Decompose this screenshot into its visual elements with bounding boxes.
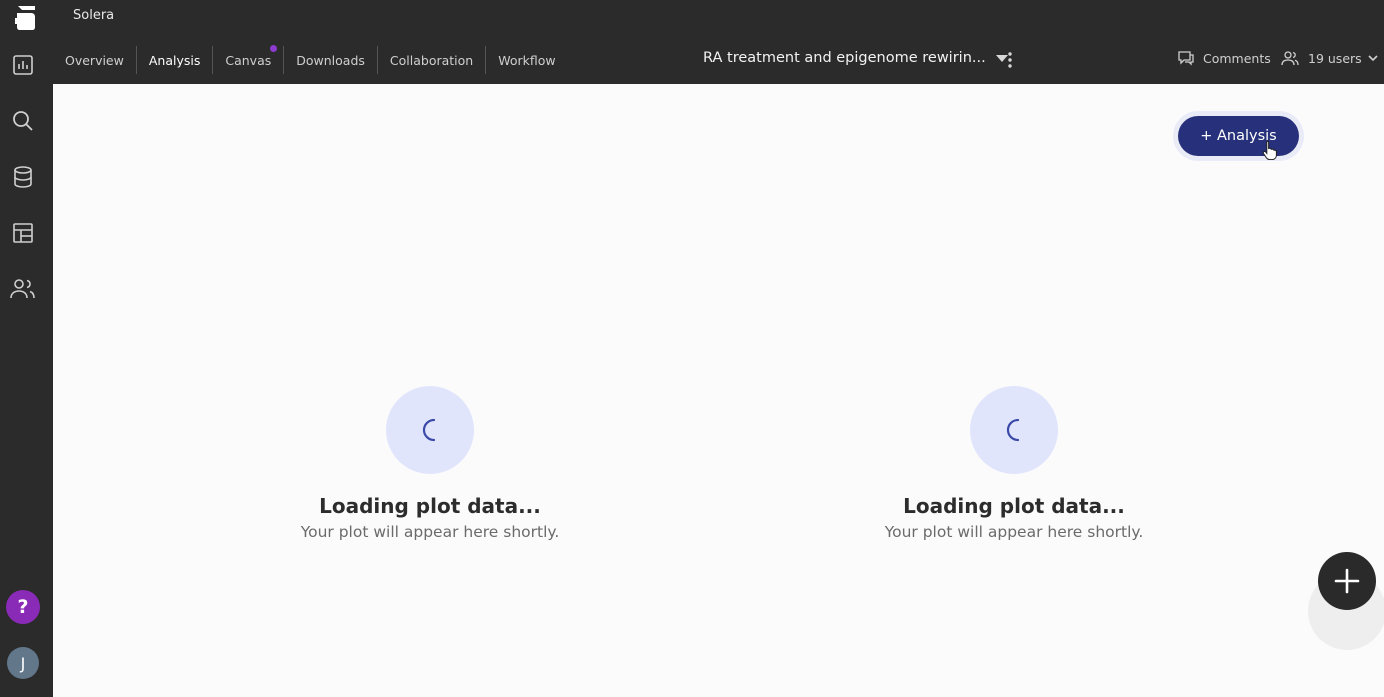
tab-bar: Overview Analysis Canvas Downloads Colla… [53,45,568,74]
chevron-down-icon [1368,55,1378,62]
tab-overview[interactable]: Overview [53,46,137,74]
loader-title: Loading plot data... [319,494,541,518]
tab-downloads[interactable]: Downloads [284,46,378,74]
tab-analysis[interactable]: Analysis [137,46,214,74]
loading-spinner [386,386,474,474]
solera-logo[interactable] [13,3,39,31]
loader-title: Loading plot data... [903,494,1125,518]
tab-canvas[interactable]: Canvas [213,45,285,74]
comments-label: Comments [1203,50,1271,66]
database-icon[interactable] [10,164,36,190]
users-dropdown[interactable]: 19 users [1281,50,1378,66]
tab-canvas-label: Canvas [225,52,272,68]
dashboard-icon[interactable] [10,52,36,78]
loader-subtitle: Your plot will appear here shortly. [884,523,1144,541]
comments-icon [1178,51,1194,66]
search-icon[interactable] [10,108,36,134]
users-icon[interactable] [10,276,36,302]
users-icon [1281,51,1299,66]
project-title: RA treatment and epigenome rewirin... [703,50,986,66]
comments-button[interactable]: Comments [1177,50,1271,66]
user-avatar[interactable]: J [7,647,39,679]
notification-dot [270,45,278,52]
add-analysis-button[interactable]: + Analysis [1178,116,1299,156]
layout-icon[interactable] [10,220,36,246]
help-button[interactable]: ? [6,590,40,624]
pointer-cursor-icon [1262,140,1277,160]
app-name: Solera [73,8,115,23]
left-rail: ? J [0,0,53,697]
floating-add-button[interactable] [1318,552,1376,610]
loading-spinner [970,386,1058,474]
tab-collaboration[interactable]: Collaboration [378,46,487,74]
plot-loader-1: Loading plot data... Your plot will appe… [300,386,560,541]
tab-workflow[interactable]: Workflow [486,46,567,74]
loader-subtitle: Your plot will appear here shortly. [300,523,560,541]
project-selector[interactable]: RA treatment and epigenome rewirin... [703,50,1008,66]
main-content: + Analysis Loading plot data... Your plo… [53,84,1384,697]
more-options-icon[interactable] [1002,48,1018,72]
plus-icon [1334,568,1360,594]
users-count: 19 users [1308,50,1362,66]
top-bar: Solera Overview Analysis Canvas Download… [53,0,1384,84]
plot-loader-2: Loading plot data... Your plot will appe… [884,386,1144,541]
